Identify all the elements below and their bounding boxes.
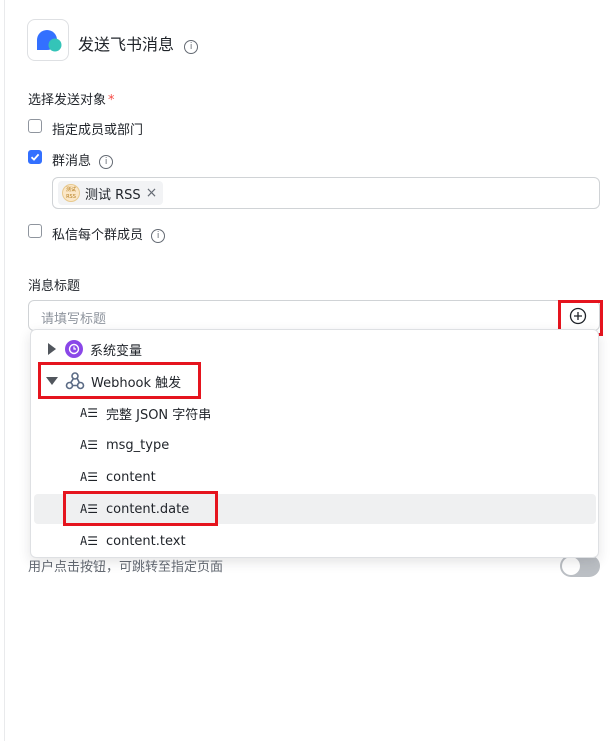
field-label: content.text bbox=[105, 533, 186, 549]
remove-chip-icon[interactable]: × bbox=[146, 185, 158, 201]
info-circle-icon[interactable]: i bbox=[99, 155, 114, 169]
selected-group-chip: 测试 RSS 测试 RSS × bbox=[58, 181, 164, 205]
info-circle-icon[interactable]: i bbox=[151, 229, 166, 243]
text-type-icon: A☰ bbox=[80, 534, 98, 548]
field-label: msg_type bbox=[105, 437, 170, 453]
tree-item-field[interactable]: A☰ content.text bbox=[31, 526, 598, 556]
chat-bubble-icon bbox=[37, 30, 62, 52]
tree-item-field[interactable]: A☰ content bbox=[31, 462, 598, 492]
group-avatar-bottom: RSS bbox=[66, 194, 76, 200]
selected-group-name: 测试 RSS bbox=[85, 187, 141, 203]
tree-item-field[interactable]: A☰ msg_type bbox=[31, 430, 598, 460]
clock-icon bbox=[65, 340, 83, 358]
button-link-toggle[interactable] bbox=[560, 555, 600, 577]
caret-right-icon[interactable] bbox=[47, 343, 57, 355]
tree-item-field[interactable]: A☰ 完整 JSON 字符串 bbox=[31, 398, 598, 428]
checkbox-label-members-departments: 指定成员或部门 bbox=[52, 123, 144, 138]
message-title-label: 消息标题 bbox=[28, 279, 81, 294]
checkbox-private-each-member[interactable] bbox=[28, 224, 42, 238]
feishu-message-app-icon bbox=[27, 19, 69, 61]
annotation-box-webhook bbox=[38, 362, 201, 399]
private-each-member-text: 私信每个群成员 bbox=[52, 228, 144, 243]
button-link-hint: 用户点击按钮，可跳转至指定页面 bbox=[28, 560, 224, 575]
checkbox-members-departments[interactable] bbox=[28, 119, 42, 133]
recipients-label-text: 选择发送对象 bbox=[28, 93, 107, 108]
group-message-text: 群消息 bbox=[52, 154, 92, 169]
text-type-icon: A☰ bbox=[80, 438, 98, 452]
tree-item-system-variables[interactable]: 系统变量 bbox=[31, 334, 598, 364]
annotation-box-content-date bbox=[63, 491, 218, 526]
panel-divider bbox=[4, 0, 5, 741]
checkbox-label-group-message: 群消息 i bbox=[52, 150, 114, 170]
system-variables-label: 系统变量 bbox=[90, 343, 143, 359]
text-type-icon: A☰ bbox=[80, 406, 98, 420]
message-title-placeholder: 请填写标题 bbox=[41, 312, 107, 327]
text-type-icon: A☰ bbox=[80, 470, 98, 484]
info-circle-icon[interactable]: i bbox=[184, 40, 199, 54]
message-title-input[interactable]: 请填写标题 bbox=[28, 300, 600, 331]
toggle-knob bbox=[562, 557, 580, 575]
checkbox-label-private-each-member: 私信每个群成员 i bbox=[52, 224, 166, 244]
check-icon bbox=[30, 153, 40, 161]
group-avatar: 测试 RSS bbox=[62, 184, 80, 202]
page-title: 发送飞书消息 i bbox=[78, 31, 199, 55]
page-title-text: 发送飞书消息 bbox=[78, 35, 175, 54]
recipients-label: 选择发送对象 * bbox=[28, 89, 115, 108]
required-mark: * bbox=[108, 93, 115, 108]
group-avatar-top: 测试 bbox=[65, 187, 76, 193]
field-label: content bbox=[105, 469, 156, 485]
field-label: 完整 JSON 字符串 bbox=[105, 407, 212, 423]
checkbox-group-message[interactable] bbox=[28, 150, 42, 164]
